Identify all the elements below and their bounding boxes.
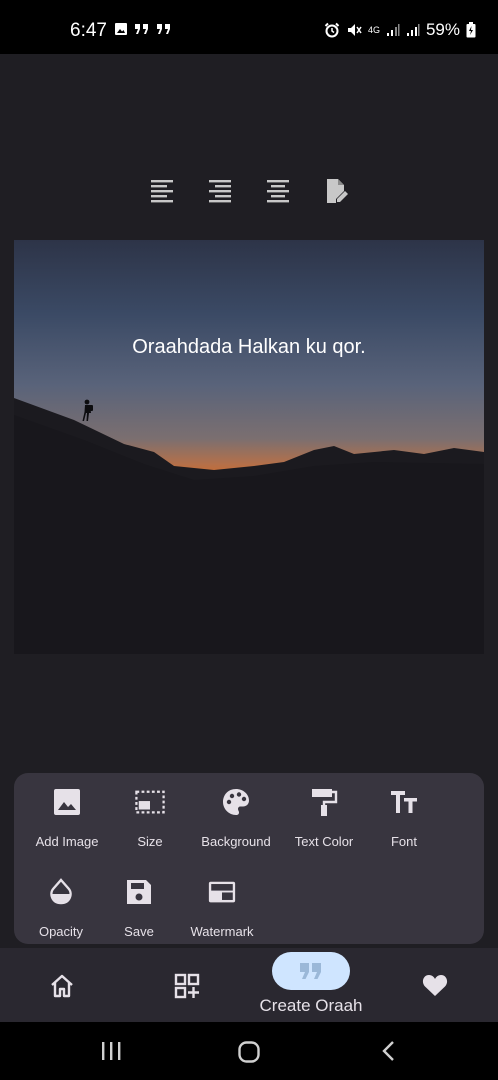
alignment-toolbar xyxy=(0,176,498,206)
image-icon xyxy=(54,789,80,815)
image-icon xyxy=(115,23,127,35)
network-type: 4G xyxy=(367,24,380,35)
home-icon xyxy=(51,974,73,998)
nav-favorites[interactable] xyxy=(422,973,448,1002)
back-button[interactable] xyxy=(378,1040,400,1067)
recents-button[interactable] xyxy=(100,1040,122,1067)
tool-label: Font xyxy=(390,834,417,849)
text-size-icon xyxy=(391,791,417,813)
opacity-icon xyxy=(50,878,72,905)
align-right-button[interactable] xyxy=(205,176,235,206)
add-grid-icon xyxy=(174,973,200,999)
battery-percent: 59% xyxy=(425,20,460,39)
nav-create-oraah-label: Create Oraah xyxy=(259,996,363,1015)
align-right-icon xyxy=(209,180,231,203)
heart-icon xyxy=(422,975,448,996)
mute-icon xyxy=(347,24,362,36)
nav-create-oraah[interactable] xyxy=(272,952,350,990)
background-image xyxy=(14,398,484,654)
quote-icon xyxy=(300,963,321,979)
quote-canvas[interactable]: Oraahdada Halkan ku qor. xyxy=(14,240,484,654)
edit-text-icon xyxy=(327,179,348,203)
recents-icon xyxy=(102,1042,121,1060)
bottom-navigation: Create Oraah xyxy=(0,948,498,1022)
quote-icon xyxy=(135,24,148,34)
alarm-icon xyxy=(324,22,340,38)
background-tool[interactable]: Background xyxy=(186,787,286,849)
edit-text-button[interactable] xyxy=(321,176,351,206)
align-center-icon xyxy=(267,180,289,203)
system-home-button[interactable] xyxy=(237,1040,261,1069)
quote-text[interactable]: Oraahdada Halkan ku qor. xyxy=(14,336,484,359)
home-circle-icon xyxy=(238,1041,260,1063)
align-left-icon xyxy=(151,180,173,203)
tool-label: Size xyxy=(137,834,163,849)
signal-icon xyxy=(406,24,420,36)
palette-icon xyxy=(223,789,249,815)
paint-roller-icon xyxy=(312,789,338,816)
align-left-button[interactable] xyxy=(147,176,177,206)
tool-label: Background xyxy=(201,834,271,849)
signal-icon xyxy=(386,24,400,36)
align-center-button[interactable] xyxy=(263,176,293,206)
status-right-icons: 4G 59% xyxy=(324,20,476,40)
nav-add-category[interactable] xyxy=(173,972,201,1005)
nav-home[interactable] xyxy=(49,973,75,1004)
save-icon xyxy=(127,880,151,904)
tools-panel: Add Image Size Background Text Color Fon… xyxy=(14,773,484,944)
status-left-icons xyxy=(114,22,172,36)
font-tool[interactable]: Font xyxy=(354,787,454,849)
system-navigation xyxy=(0,1022,498,1080)
battery-icon xyxy=(466,22,476,38)
quote-icon xyxy=(157,24,170,34)
resize-icon xyxy=(135,790,165,814)
hiker-figure xyxy=(82,399,93,421)
status-time: 6:47 xyxy=(70,20,107,41)
watermark-tool[interactable]: Watermark xyxy=(172,877,272,939)
size-tool[interactable]: Size xyxy=(100,787,200,849)
status-bar: 6:47 4G 59% xyxy=(0,0,498,54)
back-icon xyxy=(382,1041,394,1061)
watermark-icon xyxy=(208,881,236,903)
tool-label: Watermark xyxy=(190,924,254,939)
